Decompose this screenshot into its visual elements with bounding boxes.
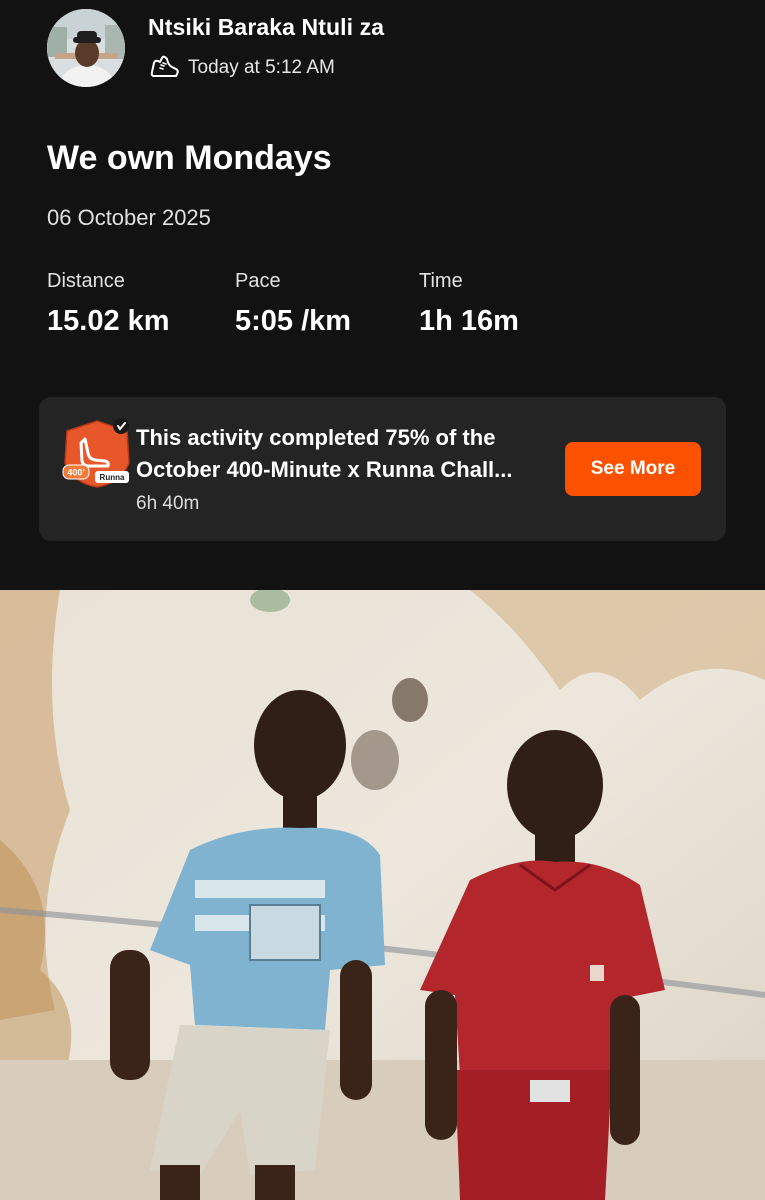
activity-meta: Today at 5:12 AM <box>148 54 335 82</box>
activity-photo[interactable] <box>0 590 765 1200</box>
stat-label: Pace <box>235 270 281 292</box>
stat-pace: Pace 5:05 /km <box>235 270 351 338</box>
activity-header: Ntsiki Baraka Ntuli za Today at 5:12 AM <box>0 0 765 110</box>
challenge-description-line-2: October 400-Minute x Runna Chall... <box>136 457 513 482</box>
challenge-description-line-1: This activity completed 75% of the <box>136 425 496 450</box>
challenge-duration: 6h 40m <box>136 493 200 514</box>
avatar-photo <box>47 9 125 87</box>
badge-minutes-text: 400' <box>67 468 84 478</box>
activity-photo-image <box>0 590 765 1200</box>
stat-distance: Distance 15.02 km <box>47 270 170 338</box>
stat-value: 1h 16m <box>419 305 519 337</box>
activity-timestamp: Today at 5:12 AM <box>188 57 335 78</box>
challenge-card[interactable]: 400' Runna This activity completed 75% o… <box>39 397 726 541</box>
athlete-name[interactable]: Ntsiki Baraka Ntuli za <box>148 14 384 41</box>
stat-value: 5:05 /km <box>235 305 352 337</box>
challenge-text: This activity completed 75% of the Octob… <box>136 422 566 515</box>
see-more-button[interactable]: See More <box>565 442 701 496</box>
challenge-badge-icon: 400' Runna <box>62 418 130 488</box>
stat-label: Time <box>419 270 463 292</box>
running-shoe-icon <box>150 55 179 77</box>
athlete-avatar[interactable] <box>47 9 125 87</box>
activity-date: 06 October 2025 <box>47 205 211 230</box>
stat-value: 15.02 km <box>47 305 170 337</box>
activity-title[interactable]: We own Mondays <box>47 139 332 178</box>
stat-label: Distance <box>47 270 125 292</box>
stat-time: Time 1h 16m <box>419 270 519 338</box>
badge-brand-text: Runna <box>100 473 125 482</box>
